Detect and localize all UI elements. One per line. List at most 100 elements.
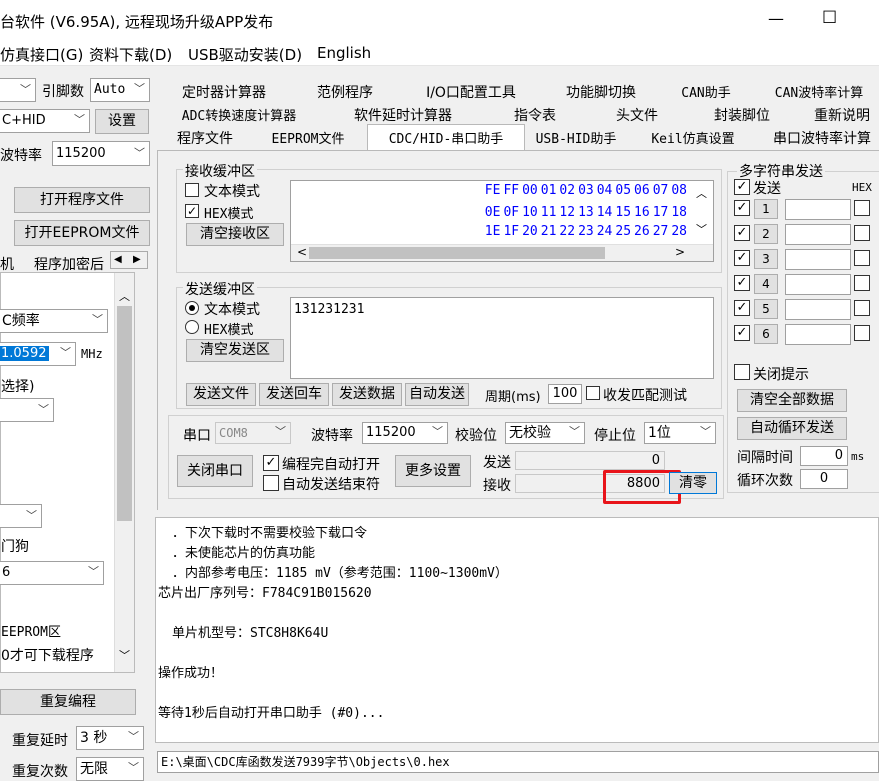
h-scrollbar-thumb[interactable] <box>309 247 605 259</box>
minimize-button[interactable]: — <box>768 9 784 28</box>
multi-row-hex-checkbox[interactable] <box>854 200 870 216</box>
auto-end-checkbox[interactable] <box>263 475 279 491</box>
multi-row-send-button[interactable]: 5 <box>754 299 778 319</box>
interval-input[interactable]: 0 <box>800 446 848 466</box>
multi-row-input[interactable] <box>785 299 851 320</box>
tab-timer-calc[interactable]: 定时器计算器 <box>165 81 283 103</box>
tab-eeprom-file[interactable]: EEPROM文件 <box>255 127 361 149</box>
send-area[interactable]: 131231231 <box>290 297 714 379</box>
maximize-button[interactable]: ☐ <box>822 8 837 28</box>
settings-button[interactable]: 设置 <box>95 109 149 134</box>
auto-loop-button[interactable]: 自动循环发送 <box>737 417 847 440</box>
tab-package-pins[interactable]: 封装脚位 <box>689 104 795 126</box>
freq-input[interactable]: 1.0592 ﹀ <box>0 342 76 366</box>
send-file-button[interactable]: 发送文件 <box>186 383 256 406</box>
multi-row-input[interactable] <box>785 224 851 245</box>
parity-select[interactable]: 无校验 ﹀ <box>505 422 585 444</box>
close-port-button[interactable]: 关闭串口 <box>177 455 253 487</box>
open-program-file-button[interactable]: 打开程序文件 <box>14 187 150 213</box>
clear-receive-button[interactable]: 清空接收区 <box>186 223 284 246</box>
arrow-left-icon[interactable]: ◀ <box>114 254 122 265</box>
rx-text-mode-checkbox[interactable] <box>185 183 199 197</box>
match-test-checkbox[interactable] <box>586 386 600 400</box>
option-select-2[interactable]: ﹀ <box>0 504 42 528</box>
scrollbar[interactable]: ︿ ﹀ <box>114 273 134 672</box>
open-eeprom-file-button[interactable]: 打开EEPROM文件 <box>14 220 150 246</box>
tx-text-mode-radio[interactable] <box>185 301 199 315</box>
log-output[interactable]: ．下次下载时不需要校验下载口令 ．未使能芯片的仿真功能 ．内部参考电压：1185 m… <box>155 517 879 743</box>
multi-row-checkbox[interactable]: ✓ <box>734 275 750 291</box>
menu-english[interactable]: English <box>317 44 371 62</box>
rx-hex-mode-checkbox[interactable]: ✓ <box>185 204 199 218</box>
multi-row-input[interactable] <box>785 274 851 295</box>
multi-row-input[interactable] <box>785 324 851 345</box>
multi-row-input[interactable] <box>785 249 851 270</box>
multi-row-send-button[interactable]: 3 <box>754 249 778 269</box>
multi-row-send-button[interactable]: 6 <box>754 324 778 344</box>
pin-count-select[interactable]: Auto ﹀ <box>90 78 150 102</box>
menu-usb-driver[interactable]: USB驱动安装(D) <box>188 44 302 65</box>
baudrate-select[interactable]: 115200 ﹀ <box>52 141 150 166</box>
clock-freq-select[interactable]: C频率 ﹀ <box>0 309 108 333</box>
chevron-down-icon[interactable]: ﹀ <box>119 647 130 663</box>
clear-count-button[interactable]: 清零 <box>669 472 717 494</box>
clear-send-button[interactable]: 清空发送区 <box>186 339 284 362</box>
tab-usb-hid[interactable]: USB-HID助手 <box>529 127 623 149</box>
multi-row-checkbox[interactable]: ✓ <box>734 300 750 316</box>
multi-row-checkbox[interactable]: ✓ <box>734 250 750 266</box>
scrollbar-thumb[interactable] <box>117 306 132 521</box>
multi-row-checkbox[interactable]: ✓ <box>734 225 750 241</box>
serial-baud-select[interactable]: 115200 ﹀ <box>362 422 448 444</box>
tab-io-config[interactable]: I/O口配置工具 <box>407 81 535 103</box>
option-select[interactable]: ﹀ <box>0 398 54 422</box>
repeat-count-select[interactable]: 无限 ﹀ <box>76 757 144 781</box>
port-select[interactable]: C+HID ﹀ <box>0 109 90 133</box>
tab-cdc-hid-serial[interactable]: CDC/HID-串口助手 <box>367 124 525 150</box>
tab-can-baud[interactable]: CAN波特率计算 <box>759 81 879 103</box>
multi-row-hex-checkbox[interactable] <box>854 275 870 291</box>
loop-count-input[interactable]: 0 <box>800 469 848 489</box>
multi-row-hex-checkbox[interactable] <box>854 250 870 266</box>
multi-send-all-checkbox[interactable]: ✓ <box>734 179 750 195</box>
clear-all-button[interactable]: 清空全部数据 <box>737 389 847 412</box>
menu-sim-interface[interactable]: 仿真接口(G) <box>0 44 83 65</box>
mcu-select[interactable]: ﹀ <box>0 78 36 102</box>
multi-row-hex-checkbox[interactable] <box>854 325 870 341</box>
stop-bits-select[interactable]: 1位 ﹀ <box>644 422 716 444</box>
arrow-right-icon[interactable]: ▶ <box>133 254 141 265</box>
tab-uart-baud[interactable]: 串口波特率计算 <box>765 127 879 149</box>
watchdog-select[interactable]: 6 ﹀ <box>0 561 104 585</box>
h-scrollbar[interactable]: < > <box>291 244 713 261</box>
chevron-down-icon[interactable]: ﹀ <box>696 221 707 237</box>
multi-row-input[interactable] <box>785 199 851 220</box>
auto-send-button[interactable]: 自动发送 <box>405 383 469 406</box>
tx-hex-mode-radio[interactable] <box>185 320 199 334</box>
menu-downloads[interactable]: 资料下载(D) <box>89 44 172 65</box>
tab-hw-options[interactable]: 机 <box>0 254 14 274</box>
tab-notes[interactable]: 重新说明 <box>805 104 879 126</box>
tab-keil-sim[interactable]: Keil仿真设置 <box>635 127 751 149</box>
tab-can-helper[interactable]: CAN助手 <box>665 81 747 103</box>
multi-row-send-button[interactable]: 4 <box>754 274 778 294</box>
tab-program-file[interactable]: 程序文件 <box>165 127 245 149</box>
tab-header-file[interactable]: 头文件 <box>595 104 679 126</box>
tab-scroll[interactable]: ◀ ▶ <box>110 251 148 269</box>
send-return-button[interactable]: 发送回车 <box>259 383 329 406</box>
chevron-up-icon[interactable]: ︿ <box>696 185 707 201</box>
chevron-up-icon[interactable]: ︿ <box>119 288 130 304</box>
receive-area[interactable]: FE FF 00 01 02 03 04 05 06 07 08 0E 0F 10 11 12 13 14 15 1… <box>290 180 714 262</box>
send-data-button[interactable]: 发送数据 <box>332 383 402 406</box>
multi-row-send-button[interactable]: 1 <box>754 199 778 219</box>
tab-pin-switch[interactable]: 功能脚切换 <box>547 81 655 103</box>
multi-row-hex-checkbox[interactable] <box>854 225 870 241</box>
tab-examples[interactable]: 范例程序 <box>295 81 395 103</box>
chevron-left-icon[interactable]: < <box>297 245 307 259</box>
multi-row-checkbox[interactable]: ✓ <box>734 325 750 341</box>
auto-open-checkbox[interactable]: ✓ <box>263 455 279 471</box>
more-settings-button[interactable]: 更多设置 <box>395 455 471 487</box>
multi-row-hex-checkbox[interactable] <box>854 300 870 316</box>
tab-program-encrypt[interactable]: 程序加密后 <box>34 254 104 274</box>
reprogram-button[interactable]: 重复编程 <box>0 689 136 715</box>
period-input[interactable]: 100 <box>548 384 582 404</box>
multi-row-send-button[interactable]: 2 <box>754 224 778 244</box>
